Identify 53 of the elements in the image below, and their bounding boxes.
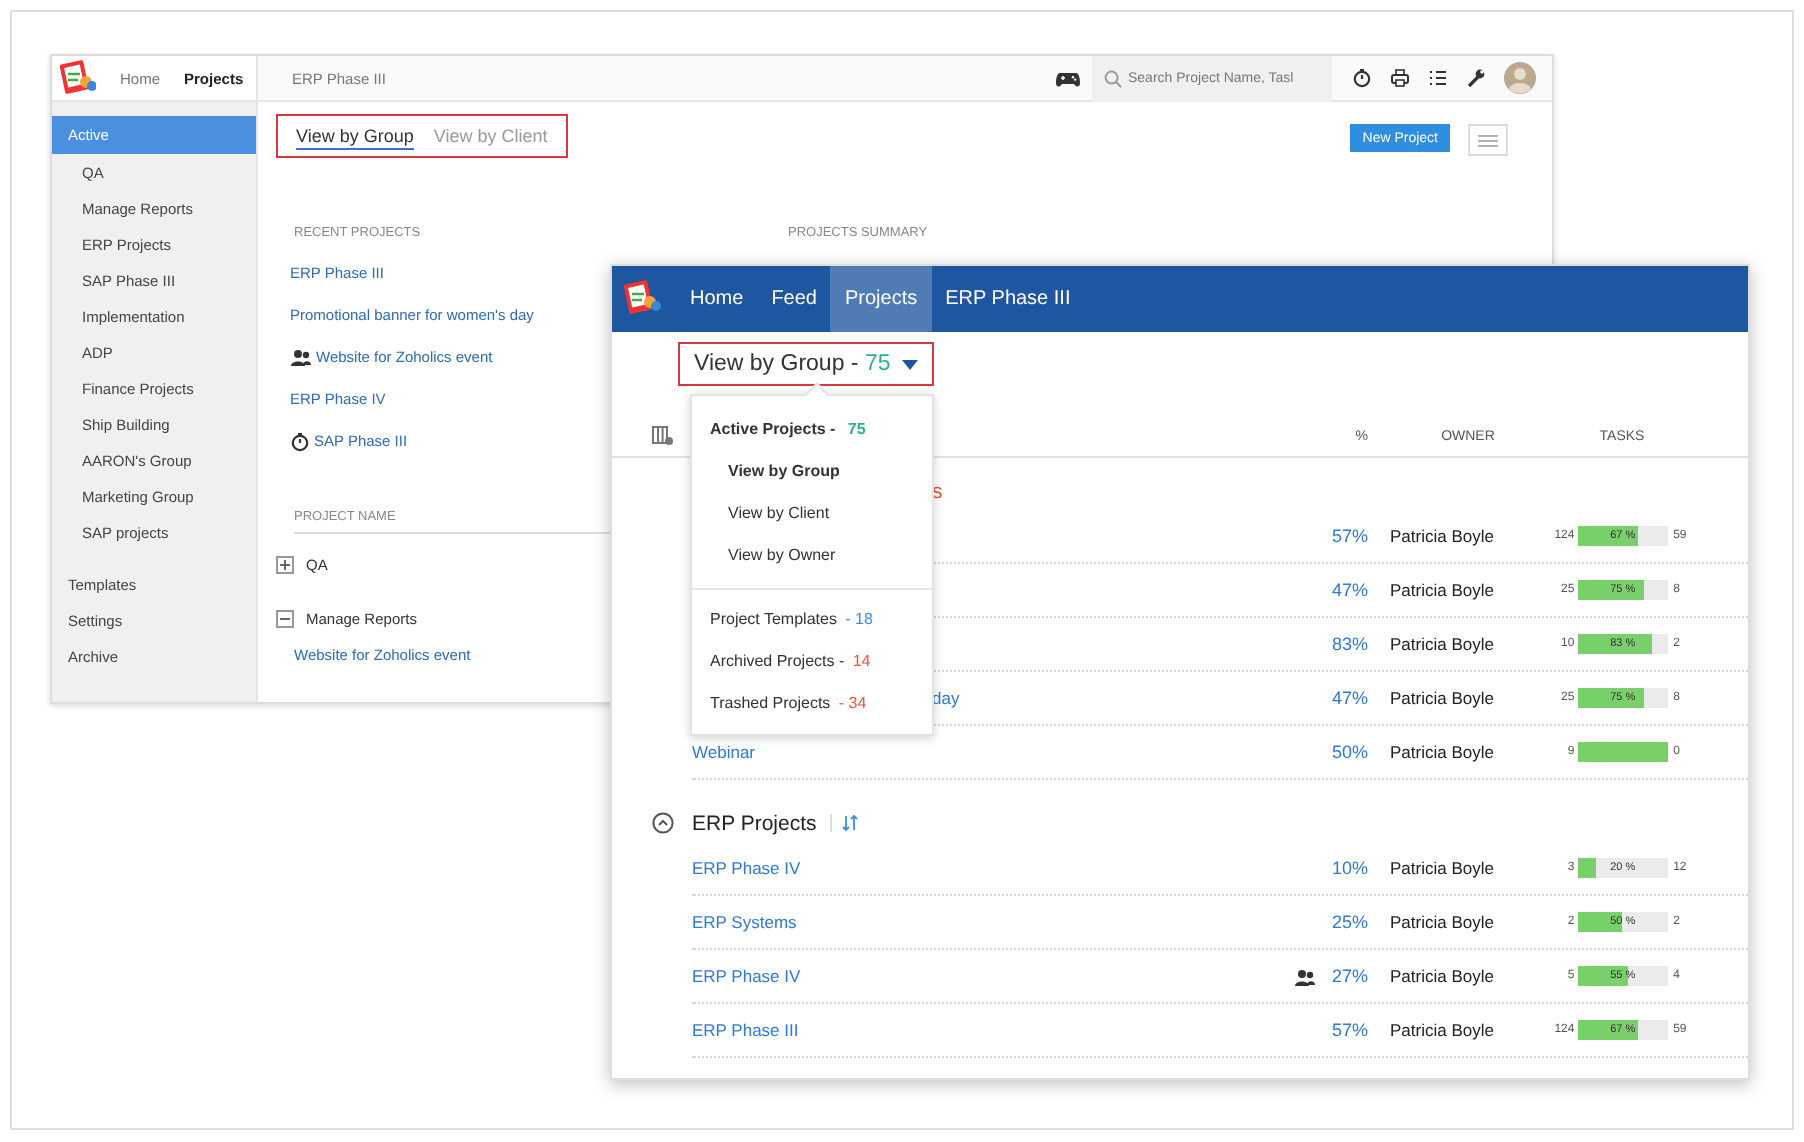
- owner-name: Patricia Boyle: [1390, 634, 1496, 654]
- owner-name: Patricia Boyle: [1390, 912, 1496, 932]
- group-title: ERP Projects: [692, 811, 817, 835]
- caret-icon: [902, 359, 919, 369]
- view-selector[interactable]: View by Group - 75: [678, 342, 935, 386]
- menu-item[interactable]: View by Owner: [692, 534, 932, 576]
- percent-value: 57%: [1329, 526, 1368, 546]
- collapse-icon[interactable]: [652, 812, 674, 834]
- menu-item[interactable]: Trashed Projects - 34: [692, 682, 932, 724]
- owner-name: Patricia Boyle: [1390, 966, 1496, 986]
- owner-name: Patricia Boyle: [1390, 526, 1496, 546]
- project-link[interactable]: ERP Phase IV: [692, 966, 801, 986]
- menu-icon: [1478, 133, 1498, 147]
- owner-name: Patricia Boyle: [1390, 858, 1496, 878]
- percent-value: 27%: [1329, 966, 1368, 986]
- wrench-icon[interactable]: [1466, 68, 1486, 88]
- owner-name: Patricia Boyle: [1390, 688, 1496, 708]
- owner-name: Patricia Boyle: [1390, 580, 1496, 600]
- menu-item[interactable]: Active Projects - 75: [692, 408, 932, 450]
- percent-value: 50%: [1329, 742, 1368, 762]
- collapse-icon[interactable]: [276, 609, 294, 627]
- nav-tab[interactable]: Home: [676, 266, 758, 332]
- search-icon: [1104, 69, 1122, 87]
- nav-tab[interactable]: Feed: [757, 266, 831, 332]
- timer-icon: [290, 431, 310, 451]
- project-link[interactable]: Webinar: [692, 742, 755, 762]
- percent-value: 10%: [1329, 858, 1368, 878]
- percent-value: 25%: [1329, 912, 1368, 932]
- app-logo-icon[interactable]: [624, 280, 662, 318]
- people-icon: [290, 348, 312, 366]
- percent-value: 83%: [1329, 634, 1368, 654]
- owner-name: Patricia Boyle: [1390, 742, 1496, 762]
- percent-value: 47%: [1329, 580, 1368, 600]
- percent-value: 57%: [1329, 1020, 1368, 1040]
- project-link[interactable]: ERP Phase IV: [692, 858, 801, 878]
- list-icon[interactable]: [1428, 68, 1448, 88]
- app-logo-icon[interactable]: [60, 60, 96, 96]
- expand-icon[interactable]: [276, 555, 294, 573]
- owner-name: Patricia Boyle: [1390, 1020, 1496, 1040]
- percent-value: 47%: [1329, 688, 1368, 708]
- project-link[interactable]: ERP Systems: [692, 912, 797, 932]
- gamepad-icon[interactable]: [1056, 69, 1080, 87]
- columns-icon[interactable]: [652, 426, 674, 446]
- project-link[interactable]: ERP Phase III: [692, 1020, 799, 1040]
- menu-item[interactable]: View by Group: [692, 450, 932, 492]
- nav-tab[interactable]: Projects: [830, 266, 932, 332]
- timer-icon[interactable]: [1352, 68, 1372, 88]
- sort-icon[interactable]: [842, 814, 859, 832]
- menu-item[interactable]: Project Templates - 18: [692, 598, 932, 640]
- menu-item[interactable]: Archived Projects - 14: [692, 640, 932, 682]
- printer-icon[interactable]: [1390, 68, 1410, 88]
- view-tab[interactable]: View by Group: [296, 123, 414, 149]
- nav-tab[interactable]: ERP Phase III: [931, 266, 1085, 332]
